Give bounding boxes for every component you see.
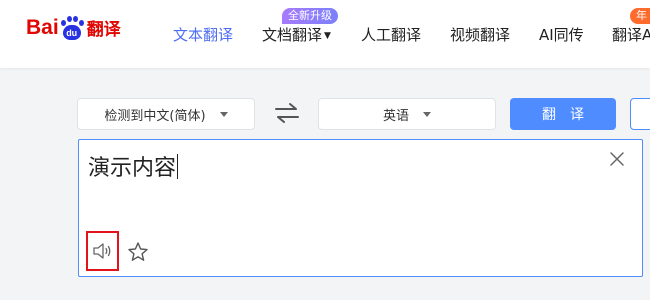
logo-fanyi-text: 翻译 [86,20,121,40]
source-language-label: 检测到中文(简体) [104,108,206,124]
chevron-down-icon [219,111,228,117]
source-text-input[interactable]: 演示内容 [88,150,179,182]
nav-human-translate[interactable]: 人工翻译 [361,24,421,45]
star-icon[interactable] [127,241,149,263]
paw-icon: du [60,15,84,40]
nav-document-translate-label: 文档翻译 [262,26,323,44]
translate-button[interactable]: 翻译 [510,98,616,130]
chevron-down-icon [423,111,431,117]
nav-document-translate[interactable]: 文档翻译 ▼ [262,24,331,45]
swap-languages-icon[interactable] [274,102,300,124]
close-icon[interactable] [608,150,626,168]
source-language-select[interactable]: 检测到中文(简体) [77,98,255,130]
chevron-down-icon: ▼ [324,31,331,41]
nav-translate-more[interactable]: 翻译A [612,24,650,45]
logo-bai-text: Bai [26,15,59,39]
source-text-area[interactable]: 演示内容 [78,139,643,277]
baidu-translate-logo[interactable]: Bai du 翻译 [26,15,121,40]
nav-video-translate[interactable]: 视频翻译 [450,24,510,45]
nav-ai-interpretation[interactable]: AI同传 [539,24,584,45]
pronounce-button[interactable] [86,231,119,271]
text-cursor [177,154,179,179]
year-badge: 年 [630,8,650,24]
nav-text-translate[interactable]: 文本翻译 [173,24,233,45]
speaker-icon [92,243,110,259]
target-language-label: 英语 [382,108,409,124]
target-language-select[interactable]: 英语 [318,98,496,130]
secondary-action-button[interactable] [630,98,650,130]
logo-du-text: du [62,24,81,40]
top-header: Bai du 翻译 文本翻译 全新升级 文档翻译 ▼ 人工翻译 视频翻译 AI同传… [0,0,650,68]
new-upgrade-badge: 全新升级 [282,8,338,24]
source-text-value: 演示内容 [88,156,177,181]
